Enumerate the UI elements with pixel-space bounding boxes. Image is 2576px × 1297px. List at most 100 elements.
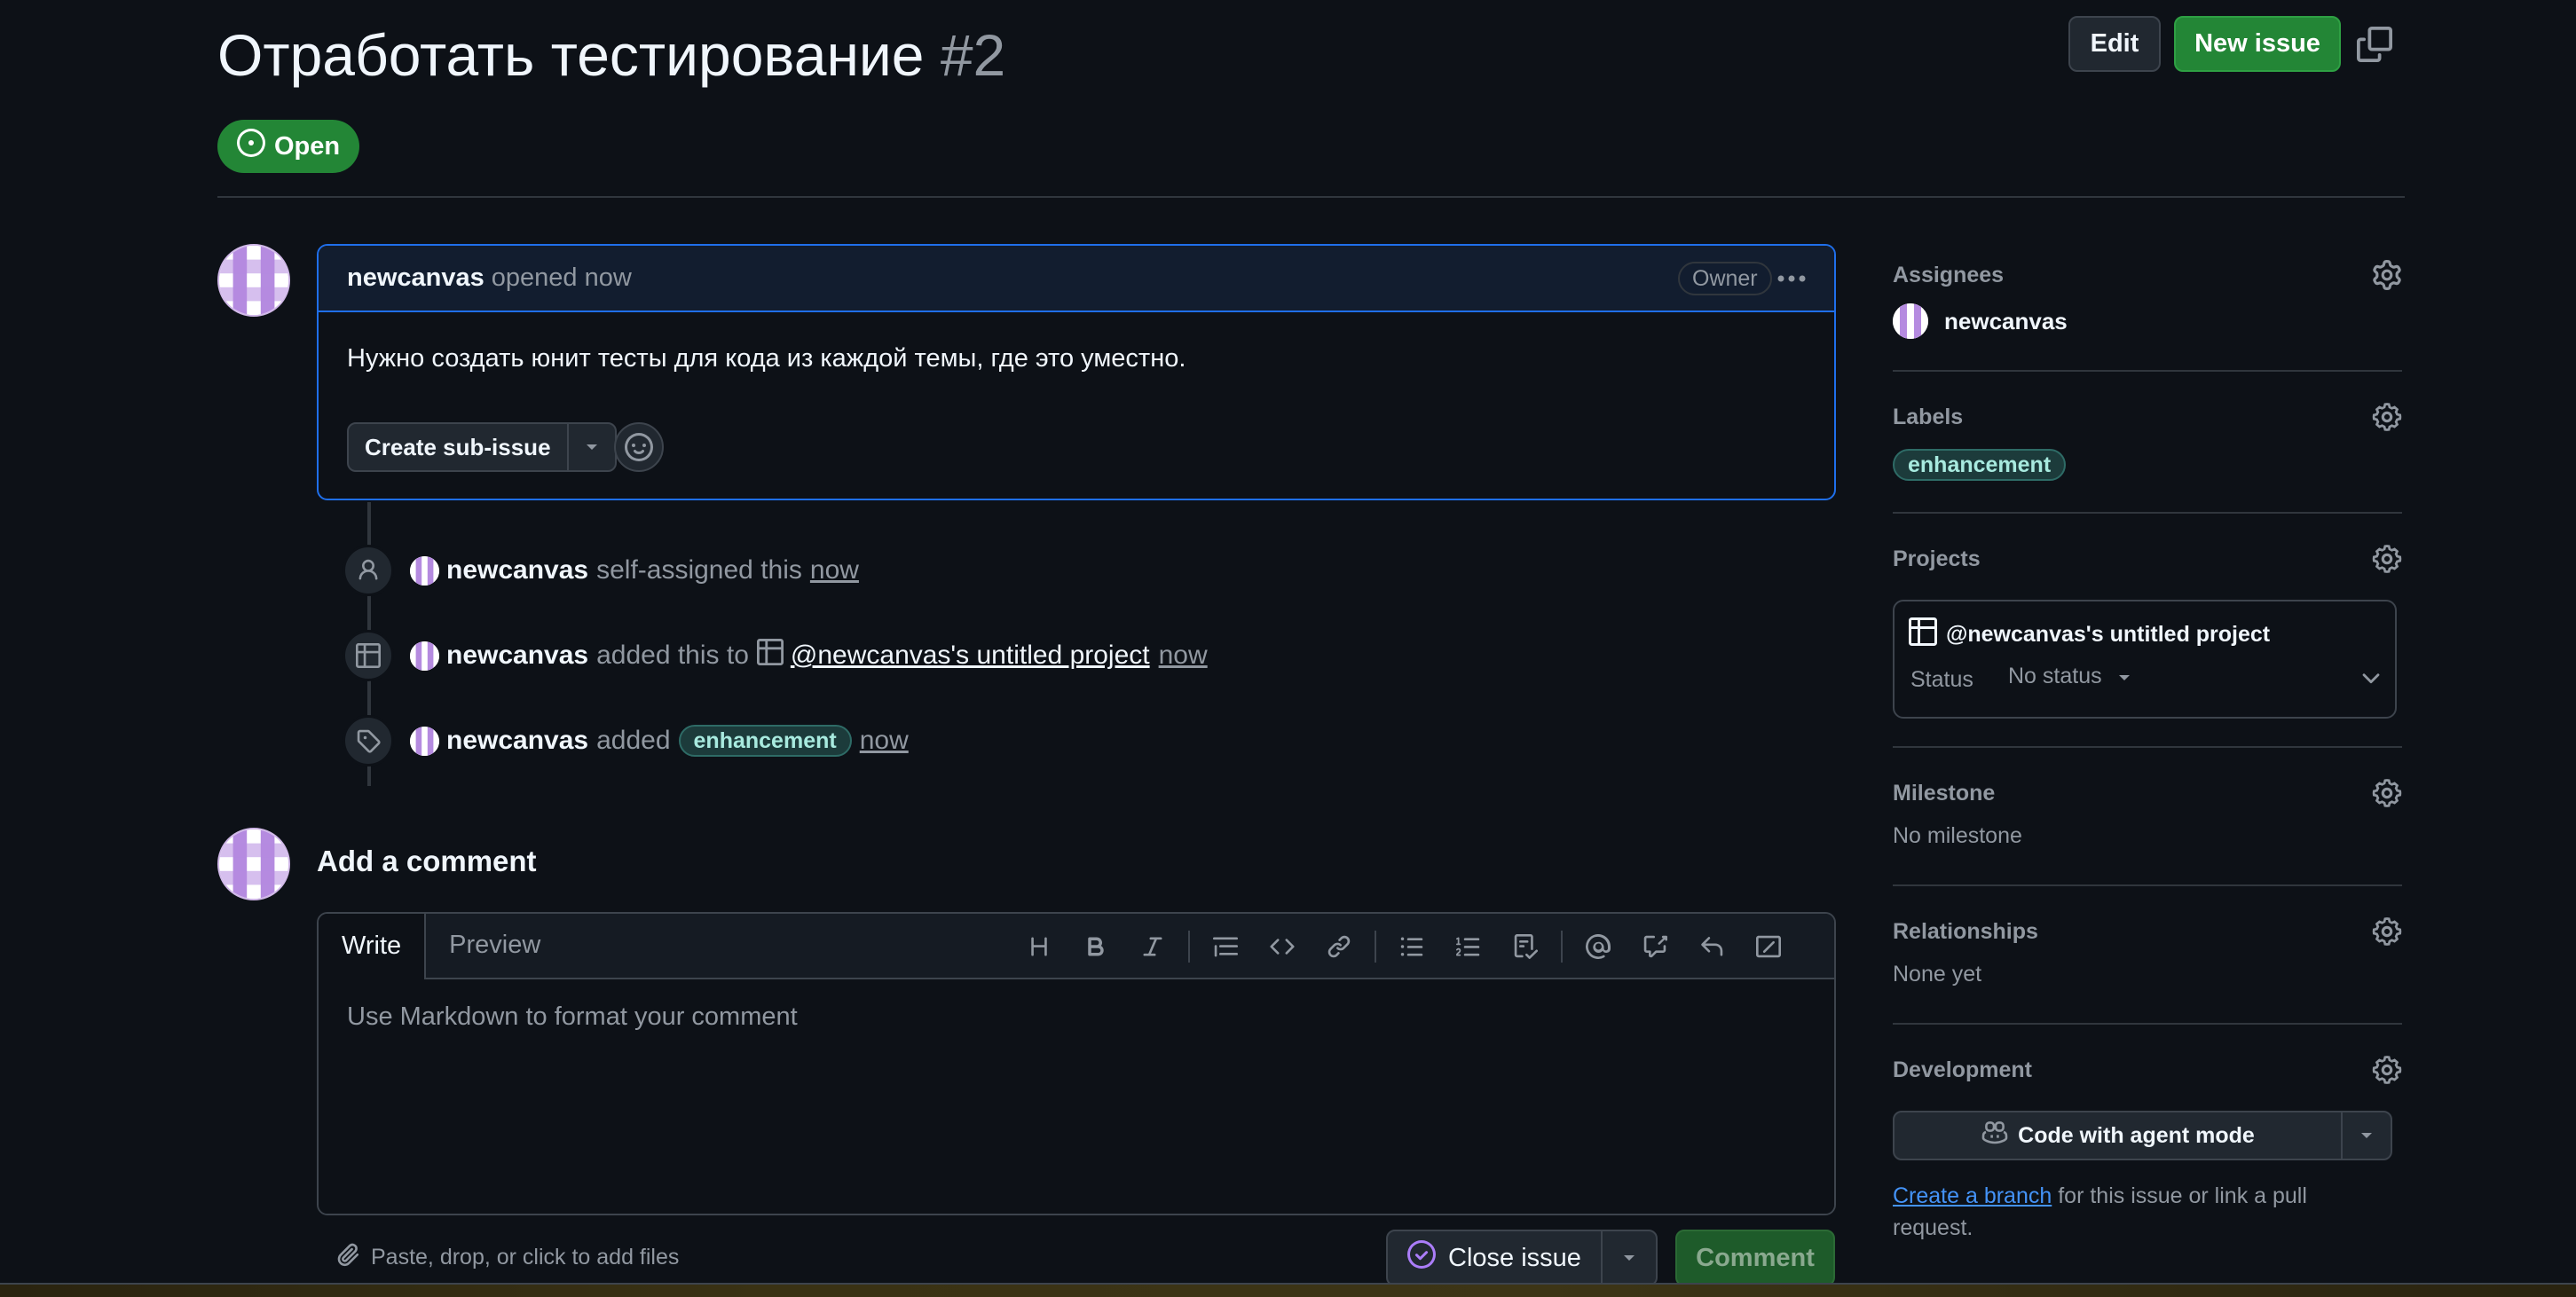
project-table-icon xyxy=(756,639,784,672)
task-list-icon[interactable] xyxy=(1497,927,1554,966)
avatar[interactable] xyxy=(217,828,290,900)
sidebar-assignees-title: Assignees xyxy=(1893,262,2005,287)
comment-submit-button[interactable]: Comment xyxy=(1675,1230,1835,1286)
project-card: @newcanvas's untitled project Status No … xyxy=(1893,600,2397,719)
close-issue-button[interactable]: Close issue xyxy=(1388,1231,1603,1285)
comment-header: newcanvas opened now Owner xyxy=(319,246,1834,312)
check-circle-icon xyxy=(1407,1240,1436,1276)
sidebar-projects-title: Projects xyxy=(1893,546,1981,571)
saved-reply-icon[interactable] xyxy=(1683,927,1740,966)
kebab-menu-icon[interactable] xyxy=(1774,265,1809,292)
sidebar-assignees: Assignees newcanvas xyxy=(1893,257,2402,339)
sidebar-relationships: Relationships None yet xyxy=(1893,914,2402,987)
avatar[interactable] xyxy=(410,726,439,756)
project-status-dropdown[interactable]: No status xyxy=(2008,664,2132,689)
timeline-event-assigned: newcanvas self-assigned this now xyxy=(343,544,859,597)
cross-reference-icon[interactable] xyxy=(1627,927,1683,966)
close-issue-label: Close issue xyxy=(1448,1243,1581,1272)
chevron-down-icon[interactable] xyxy=(569,424,615,470)
smiley-icon[interactable] xyxy=(614,422,664,472)
relationships-value: None yet xyxy=(1893,962,1982,987)
issue-opened-icon xyxy=(237,129,265,164)
label-enhancement[interactable]: enhancement xyxy=(1893,449,2067,481)
tag-icon xyxy=(343,715,394,766)
owner-badge: Owner xyxy=(1678,262,1772,295)
project-status-label: Status xyxy=(1910,667,1973,692)
italic-icon[interactable] xyxy=(1124,927,1181,966)
close-issue-group: Close issue xyxy=(1386,1230,1658,1286)
new-issue-button[interactable]: New issue xyxy=(2174,16,2341,72)
timeline-action: self-assigned this xyxy=(596,555,802,585)
add-comment-heading: Add a comment xyxy=(317,845,537,877)
comment-textarea[interactable] xyxy=(319,979,1834,1214)
timeline-time[interactable]: now xyxy=(1159,641,1208,671)
gear-icon[interactable] xyxy=(2372,544,2402,574)
gear-icon[interactable] xyxy=(2372,778,2402,808)
avatar[interactable] xyxy=(410,641,439,671)
slash-command-icon[interactable] xyxy=(1740,927,1797,966)
project-name-text: @newcanvas's untitled project xyxy=(1946,622,2271,647)
tab-preview[interactable]: Preview xyxy=(426,914,563,978)
quote-icon[interactable] xyxy=(1197,927,1254,966)
edit-button[interactable]: Edit xyxy=(2068,16,2161,72)
chevron-down-icon[interactable] xyxy=(2358,665,2384,692)
project-link[interactable]: @newcanvas's untitled project xyxy=(791,641,1150,671)
gear-icon[interactable] xyxy=(2372,916,2402,947)
avatar[interactable] xyxy=(217,244,290,317)
timeline-event-project: newcanvas added this to @newcanvas's unt… xyxy=(343,629,1208,682)
sidebar-milestone-title: Milestone xyxy=(1893,780,1996,806)
bulleted-list-icon[interactable] xyxy=(1383,927,1440,966)
numbered-list-icon[interactable] xyxy=(1440,927,1497,966)
comment-editor: Write Preview xyxy=(317,912,1836,1215)
caret-down-icon xyxy=(2116,664,2132,689)
table-icon xyxy=(343,630,394,681)
timeline-time[interactable]: now xyxy=(860,726,909,756)
toolbar-divider xyxy=(1561,931,1563,963)
assignee-item[interactable]: newcanvas xyxy=(1893,303,2402,339)
gear-icon[interactable] xyxy=(2372,1055,2402,1085)
issue-title: Отработать тестирование #2 xyxy=(217,21,1005,89)
sidebar-divider xyxy=(1893,884,2402,886)
create-subissue-group: Create sub-issue xyxy=(347,422,617,472)
avatar[interactable] xyxy=(410,555,439,586)
issue-title-text: Отработать тестирование xyxy=(217,22,925,88)
table-icon xyxy=(1909,617,1937,652)
timeline-actor[interactable]: newcanvas xyxy=(446,726,588,756)
mention-icon[interactable] xyxy=(1570,927,1627,966)
sidebar-relationships-title: Relationships xyxy=(1893,918,2038,944)
copy-icon[interactable] xyxy=(2357,27,2392,62)
label-enhancement[interactable]: enhancement xyxy=(678,725,852,757)
sidebar-divider xyxy=(1893,1023,2402,1025)
sidebar-divider xyxy=(1893,746,2402,748)
link-icon[interactable] xyxy=(1311,927,1367,966)
sidebar-divider xyxy=(1893,512,2402,514)
timeline-time[interactable]: now xyxy=(810,555,859,586)
create-branch-link[interactable]: Create a branch xyxy=(1893,1183,2052,1208)
chevron-down-icon[interactable] xyxy=(2343,1112,2391,1159)
sidebar-projects: Projects xyxy=(1893,541,2402,577)
paperclip-icon xyxy=(335,1242,360,1273)
toolbar-divider xyxy=(1375,931,1376,963)
sidebar-labels-title: Labels xyxy=(1893,404,1964,429)
gear-icon[interactable] xyxy=(2372,402,2402,432)
milestone-value: No milestone xyxy=(1893,823,2022,848)
sidebar-development: Development xyxy=(1893,1052,2402,1088)
gear-icon[interactable] xyxy=(2372,260,2402,290)
timeline-actor[interactable]: newcanvas xyxy=(446,555,588,586)
timeline-actor[interactable]: newcanvas xyxy=(446,641,588,671)
timeline-event-labeled: newcanvas added enhancement now xyxy=(343,714,909,767)
development-note: Create a branch for this issue or link a… xyxy=(1893,1180,2390,1244)
create-subissue-button[interactable]: Create sub-issue xyxy=(349,424,569,470)
code-icon[interactable] xyxy=(1254,927,1311,966)
timeline-action: added xyxy=(596,726,671,755)
code-with-agent-button[interactable]: Code with agent mode xyxy=(1895,1112,2343,1159)
project-name[interactable]: @newcanvas's untitled project xyxy=(1909,617,2270,652)
attach-files[interactable]: Paste, drop, or click to add files xyxy=(335,1242,679,1273)
bold-icon[interactable] xyxy=(1067,927,1124,966)
heading-icon[interactable] xyxy=(1011,927,1067,966)
project-status-value: No status xyxy=(2008,664,2102,688)
tab-write[interactable]: Write xyxy=(319,914,427,979)
issue-state-label: Open xyxy=(274,131,341,161)
chevron-down-icon[interactable] xyxy=(1603,1231,1656,1285)
comment-author[interactable]: newcanvas xyxy=(347,263,484,293)
